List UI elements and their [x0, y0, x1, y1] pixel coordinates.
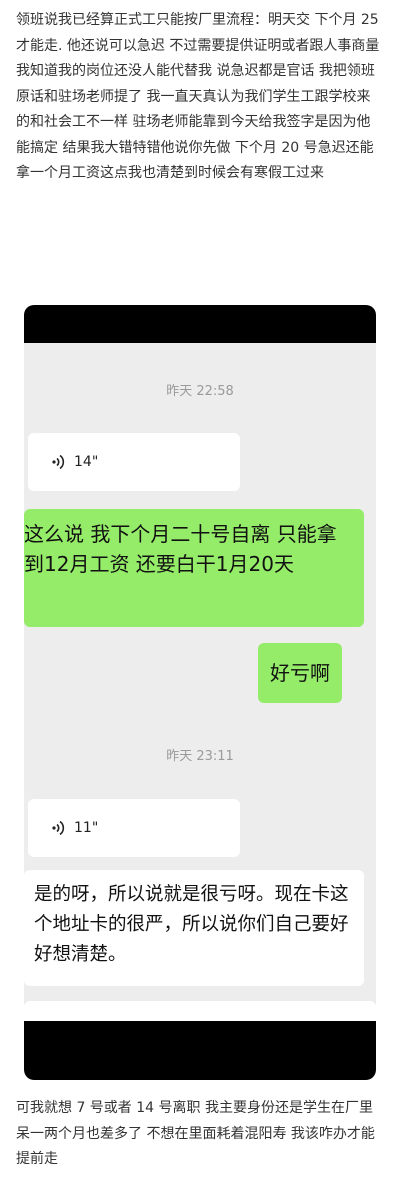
voice-duration: 14" — [74, 454, 99, 470]
timestamp: 昨天 22:58 — [166, 384, 234, 399]
post-outro-text: 可我就想 7 号或者 14 号离职 我主要身份还是学生在厂里呆一两个月也差多了 … — [16, 1100, 375, 1167]
sent-message-bubble[interactable]: 这么说 我下个月二十号自离 只能拿到12月工资 还要白干1月20天 — [24, 509, 364, 627]
post-intro-text: 领班说我已经算正式工只能按厂里流程：明天交 下个月 25 才能走. 他还说可以急… — [16, 12, 380, 181]
received-message-bubble[interactable]: 是的呀，所以说就是很亏呀。现在卡这个地址卡的很严，所以说你们自己要好好想清楚。 — [24, 870, 364, 986]
redacted-footer-bar — [24, 1021, 376, 1080]
voice-message[interactable]: 14" — [28, 433, 240, 491]
voice-message[interactable]: 11" — [28, 799, 240, 857]
voice-duration: 11" — [74, 820, 99, 836]
timestamp: 昨天 23:11 — [166, 749, 234, 764]
chat-screenshot: 昨天 22:58 14" 这么说 我下个月二十号自离 只能拿到12月工资 还要白… — [24, 305, 376, 1080]
sent-message-bubble[interactable]: 好亏啊 — [258, 643, 342, 703]
redacted-header-bar — [24, 305, 376, 343]
voice-wave-icon — [52, 454, 65, 470]
voice-wave-icon — [52, 820, 65, 836]
